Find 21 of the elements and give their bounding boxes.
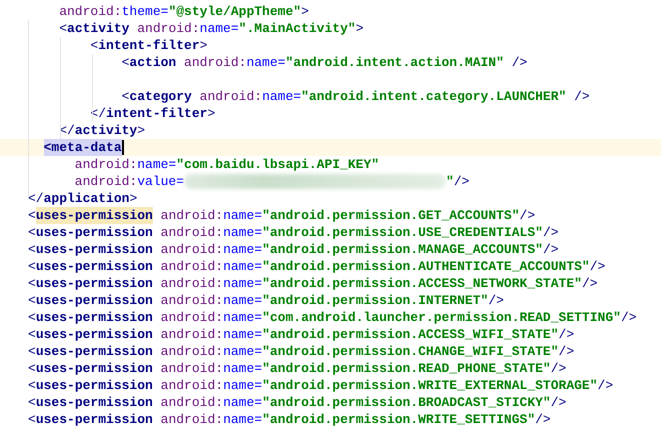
code-line: <uses-permission android:name="android.permission.READ_PHONE_STATE"/> [28, 360, 566, 377]
code-line: android:value= "/> [74, 173, 470, 190]
code-line: <uses-permission android:name="com.android.launcher.permission.READ_SETTING"/> [28, 309, 637, 326]
code-line: <uses-permission android:name="android.permission.USE_CREDENTIALS"/> [28, 224, 559, 241]
code-line: <category android:name="android.intent.category.LAUNCHER" /> [120, 88, 590, 105]
code-line: <uses-permission android:name="android.permission.MANAGE_ACCOUNTS"/> [28, 241, 559, 258]
code-line: <uses-permission android:name="android.permission.ACCESS_NETWORK_STATE"/> [28, 275, 598, 292]
code-line: android:name="com.baidu.lbsapi.API_KEY" [74, 156, 380, 173]
code-line: <intent-filter> [89, 37, 208, 54]
code-line: <uses-permission android:name="android.permission.WRITE_EXTERNAL_STORAGE"/> [28, 377, 614, 394]
code-line: <uses-permission android:name="android.permission.INTERNET"/> [28, 292, 504, 309]
code-line: <uses-permission android:name="android.permission.GET_ACCOUNTS"/> [28, 207, 536, 224]
code-line: </application> [28, 190, 138, 207]
code-line: <uses-permission android:name="android.permission.BROADCAST_STICKY"/> [28, 394, 566, 411]
code-line: <activity android:name=".MainActivity"> [58, 20, 364, 37]
code-line: android:theme="@style/AppTheme"> [58, 3, 309, 20]
code-line: <action android:name="android.intent.action.MAIN" /> [120, 54, 528, 71]
code-line: <uses-permission android:name="android.permission.ACCESS_WIFI_STATE"/> [28, 326, 574, 343]
code-line: <uses-permission android:name="android.permission.CHANGE_WIFI_STATE"/> [28, 343, 574, 360]
code-line: <uses-permission android:name="android.permission.AUTHENTICATE_ACCOUNTS"/> [28, 258, 606, 275]
code-line: <uses-permission android:name="android.permission.WRITE_SETTINGS"/> [28, 411, 551, 428]
